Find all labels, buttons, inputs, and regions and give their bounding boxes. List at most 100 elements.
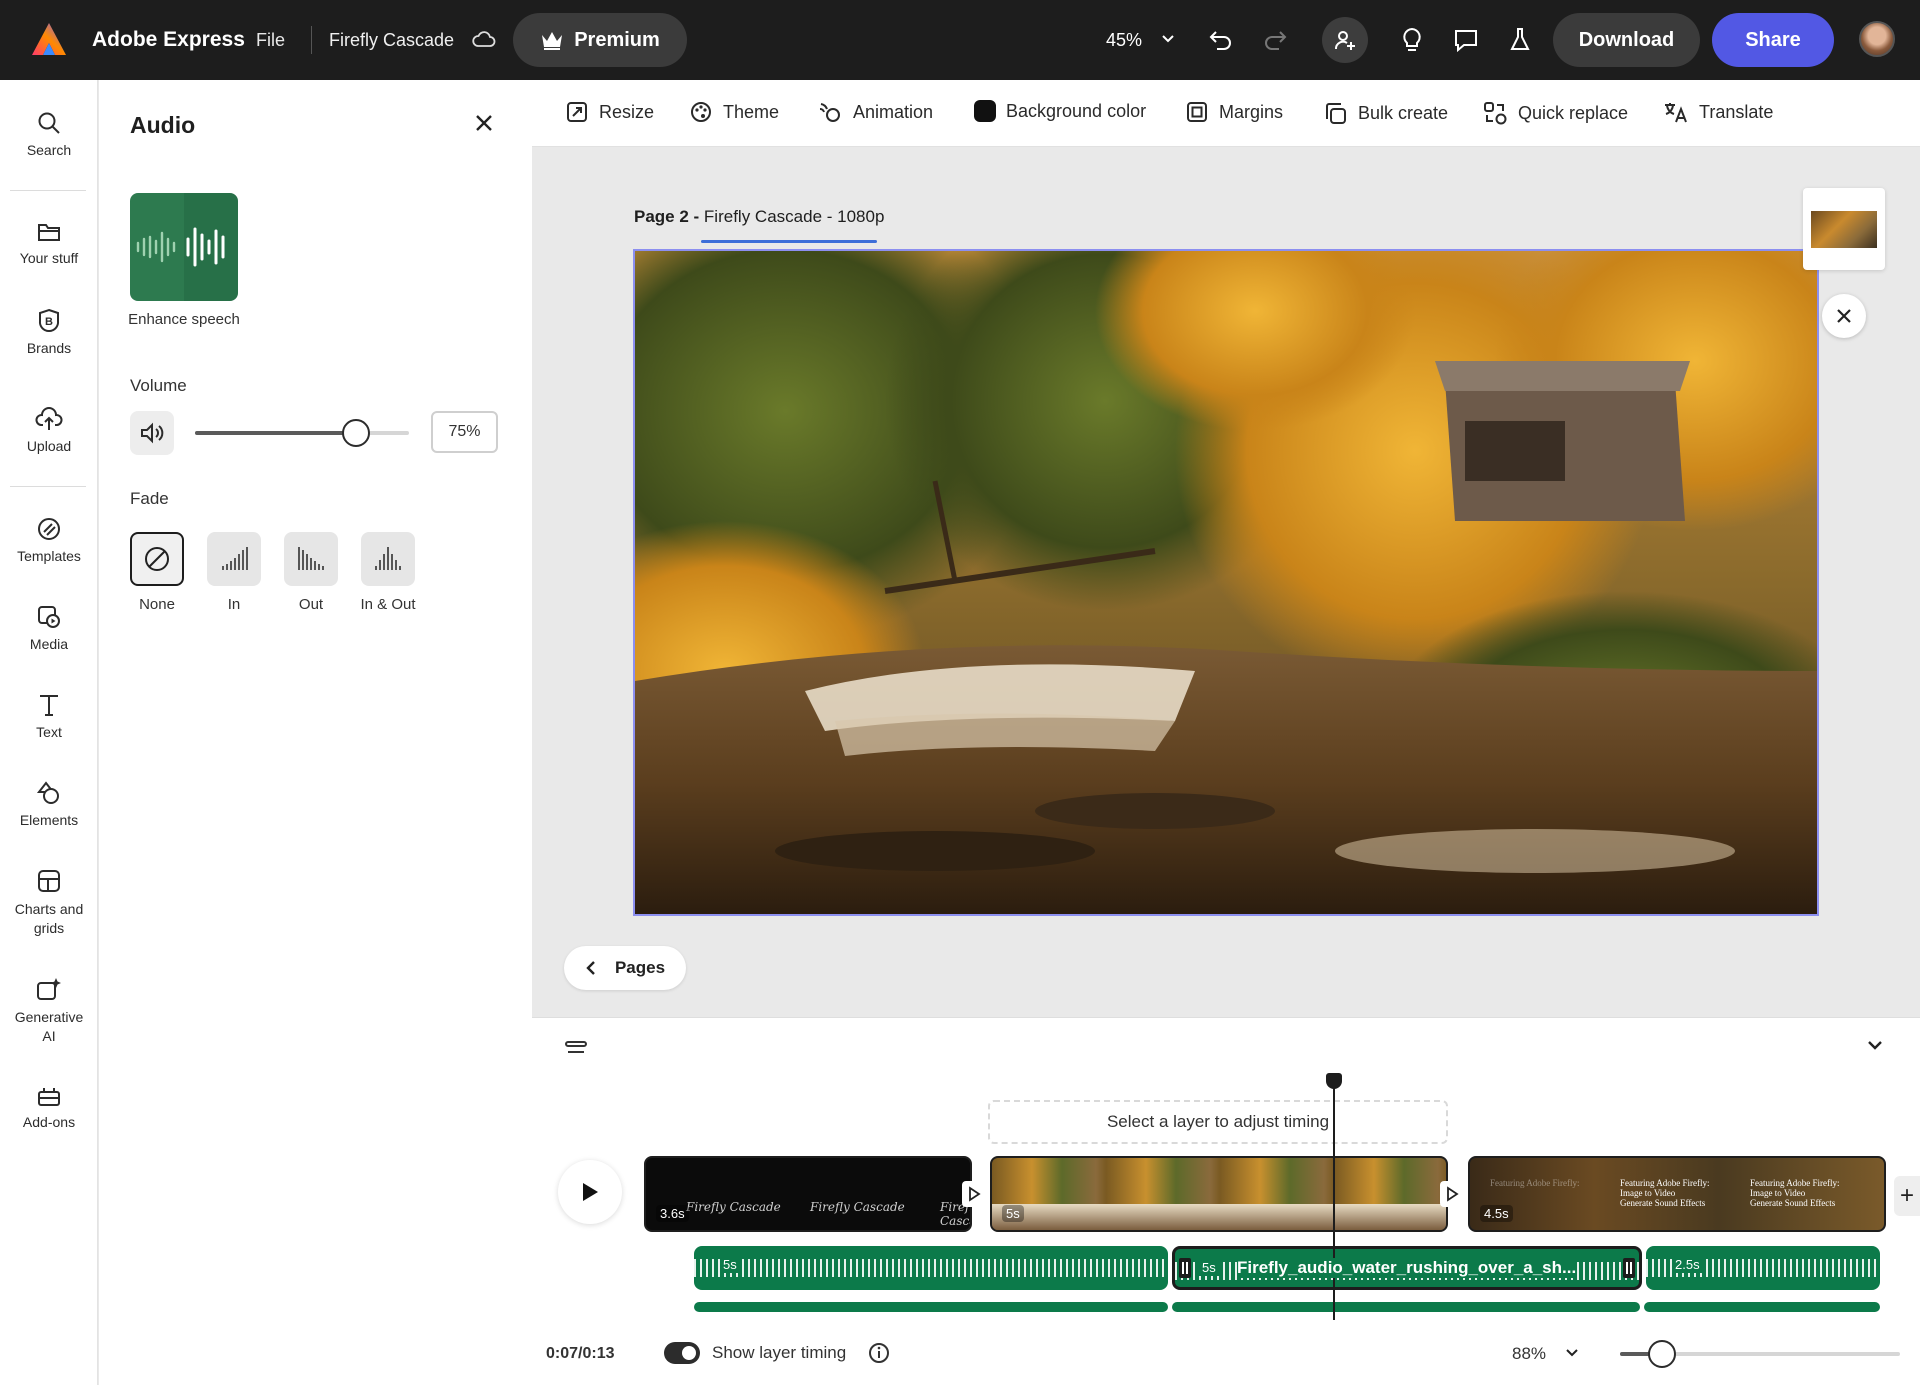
share-button[interactable]: Share: [1712, 13, 1834, 67]
transition-button[interactable]: [962, 1181, 986, 1207]
chevron-down-icon[interactable]: [1866, 1036, 1884, 1054]
clip-duration: 5s: [1002, 1205, 1024, 1222]
page-thumbnail[interactable]: [1803, 188, 1885, 270]
fade-option-in-and-out[interactable]: In & Out: [360, 532, 416, 613]
tool-label: Theme: [723, 101, 780, 122]
page-thumbnail-image: [1811, 210, 1877, 248]
invite-button[interactable]: [1322, 17, 1368, 63]
close-selection-button[interactable]: [1822, 294, 1866, 338]
video-clip[interactable]: 5s: [990, 1156, 1448, 1232]
adobe-express-logo-icon[interactable]: [30, 21, 68, 57]
info-icon[interactable]: [868, 1342, 890, 1364]
close-icon[interactable]: [474, 113, 494, 133]
transition-button[interactable]: [1440, 1181, 1464, 1207]
upload-icon: [35, 407, 63, 430]
fade-out-button[interactable]: [284, 532, 338, 586]
flask-icon[interactable]: [1504, 24, 1536, 56]
audio-track[interactable]: 5s: [694, 1246, 1168, 1290]
volume-slider-thumb[interactable]: [341, 419, 370, 447]
clip-title-text: Firefly Cascade: [810, 1200, 905, 1214]
none-icon: [145, 547, 169, 571]
playhead[interactable]: [1333, 1075, 1335, 1320]
background-color-button[interactable]: Background color: [974, 100, 1146, 122]
rail-item-charts-and-grids[interactable]: Charts and grids: [0, 868, 98, 938]
timeline-layers-icon[interactable]: [564, 1038, 588, 1058]
theme-button[interactable]: Theme: [689, 100, 779, 124]
page-title[interactable]: Page 2 - Firefly Cascade - 1080p: [634, 207, 884, 227]
redo-icon[interactable]: [1259, 24, 1291, 56]
resize-button[interactable]: Resize: [565, 100, 654, 124]
audio-track[interactable]: 2.5s: [1646, 1246, 1880, 1290]
quick-replace-button[interactable]: Quick replace: [1482, 100, 1628, 126]
rail-item-brands[interactable]: B Brands: [0, 308, 98, 356]
margins-icon: [1187, 102, 1207, 122]
lightbulb-icon[interactable]: [1396, 24, 1428, 56]
audio-range-bar: [1644, 1302, 1880, 1312]
fade-in-out-button[interactable]: [361, 532, 415, 586]
addons-icon: [38, 1088, 60, 1106]
margins-button[interactable]: Margins: [1185, 100, 1283, 124]
brand-icon: B: [38, 308, 60, 333]
rail-item-generative-ai[interactable]: Generative AI: [0, 976, 98, 1046]
chevron-left-icon: [586, 961, 595, 975]
audio-duration: 2.5s: [1672, 1256, 1703, 1273]
audio-waveform: [694, 1259, 1168, 1277]
fade-in-button[interactable]: [207, 532, 261, 586]
timeline-zoom-slider[interactable]: [1620, 1340, 1900, 1368]
rail-item-label: Brands: [26, 340, 72, 356]
audio-track-selected[interactable]: 5s Firefly_audio_water_rushing_over_a_sh…: [1172, 1246, 1642, 1290]
left-rail: Search Your stuff B Brands Upload Templa…: [0, 80, 98, 1385]
cloud-save-icon[interactable]: [472, 29, 496, 49]
rail-item-your-stuff[interactable]: Your stuff: [0, 220, 98, 266]
rail-item-templates[interactable]: Templates: [0, 516, 98, 564]
fade-option-label: None: [139, 596, 175, 613]
file-menu[interactable]: File: [256, 30, 285, 51]
animation-button[interactable]: Animation: [817, 100, 933, 124]
video-clip[interactable]: Firefly Cascade Firefly Cascade Firefly …: [644, 1156, 972, 1232]
enhance-speech-button[interactable]: [130, 193, 238, 301]
show-layer-timing-label: Show layer timing: [712, 1343, 847, 1362]
timeline-zoom-level[interactable]: 88%: [1512, 1344, 1546, 1364]
pages-button[interactable]: Pages: [564, 946, 686, 990]
undo-icon[interactable]: [1205, 24, 1237, 56]
avatar[interactable]: [1859, 21, 1895, 57]
divider: [10, 190, 86, 191]
trim-handle-left[interactable]: [1179, 1258, 1191, 1278]
playhead-handle[interactable]: [1326, 1073, 1342, 1089]
rail-item-upload[interactable]: Upload: [0, 406, 98, 454]
fade-option-none[interactable]: None: [129, 532, 185, 613]
timeline-zoom-thumb[interactable]: [1648, 1340, 1676, 1368]
svg-text:B: B: [45, 316, 53, 328]
chevron-down-icon[interactable]: [1160, 30, 1176, 46]
rail-item-add-ons[interactable]: Add-ons: [0, 1084, 98, 1130]
mute-button[interactable]: [130, 411, 174, 455]
video-clip[interactable]: Featuring Adobe Firefly: Featuring Adobe…: [1468, 1156, 1886, 1232]
play-button[interactable]: [558, 1160, 622, 1224]
add-clip-button[interactable]: +: [1894, 1176, 1920, 1216]
rail-item-label: Add-ons: [22, 1114, 76, 1130]
show-layer-timing-toggle[interactable]: [664, 1342, 700, 1364]
rail-item-search[interactable]: Search: [0, 110, 98, 158]
rail-item-media[interactable]: Media: [0, 604, 98, 652]
trim-handle-right[interactable]: [1623, 1258, 1635, 1278]
fade-option-out[interactable]: Out: [283, 532, 339, 613]
enhance-speech-label: Enhance speech: [128, 311, 240, 328]
translate-button[interactable]: Translate: [1663, 100, 1773, 124]
fade-in-out-icon: [375, 547, 401, 570]
comment-icon[interactable]: [1450, 24, 1482, 56]
clip-title-text: Firefly Cascade: [686, 1200, 781, 1214]
zoom-level[interactable]: 45%: [1106, 30, 1142, 51]
volume-slider[interactable]: [195, 419, 409, 447]
fade-none-button[interactable]: [130, 532, 184, 586]
fade-option-in[interactable]: In: [206, 532, 262, 613]
download-button[interactable]: Download: [1553, 13, 1700, 67]
document-title[interactable]: Firefly Cascade: [329, 30, 454, 51]
chevron-down-icon[interactable]: [1564, 1344, 1580, 1360]
bulk-create-button[interactable]: Bulk create: [1322, 100, 1448, 126]
volume-input[interactable]: 75%: [431, 411, 498, 453]
crown-icon: [542, 32, 563, 50]
premium-button[interactable]: Premium: [513, 13, 687, 67]
rail-item-text[interactable]: Text: [0, 692, 98, 740]
video-artboard[interactable]: [633, 249, 1819, 916]
rail-item-elements[interactable]: Elements: [0, 780, 98, 828]
